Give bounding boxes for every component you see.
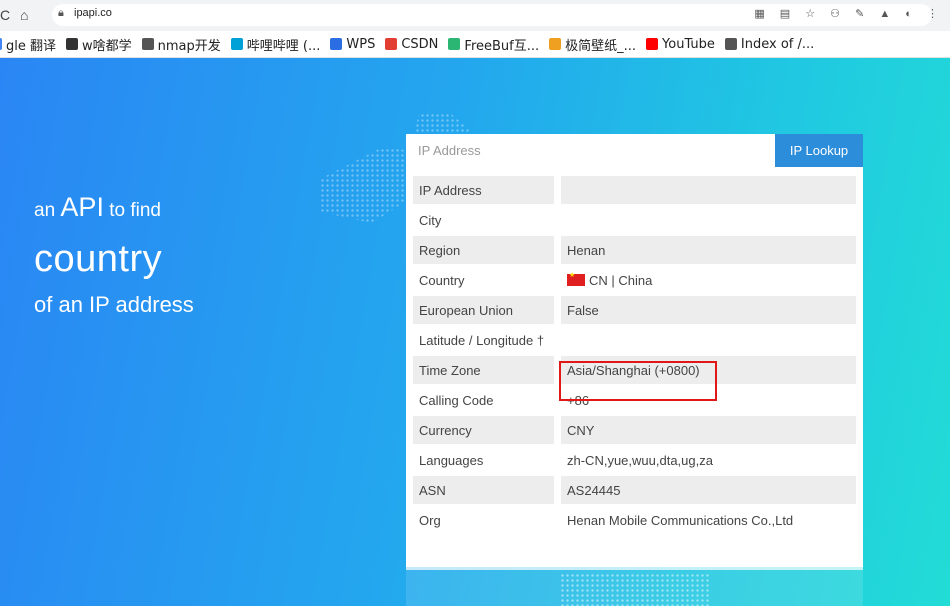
wallpaper-icon [549,38,562,50]
bookmark-item[interactable]: YouTube [646,37,715,52]
result-value: Henan Mobile Communications Co.,Ltd [561,506,856,534]
result-value [561,326,856,354]
result-key: Country [419,272,465,288]
csdn-icon [385,38,398,50]
bookmark-item[interactable]: Index of /... [724,36,815,52]
result-value: CN | China [561,266,856,294]
youtube-icon [646,38,659,50]
result-row: Languages zh-CN,yue,wuu,dta,ug,za [413,446,856,474]
bookmark-item[interactable]: w啥都学 [66,35,132,54]
result-key: Languages [419,452,484,468]
result-value-text: CN | China [589,272,653,288]
results-panel-footer [406,567,863,606]
reload-icon[interactable]: C [0,6,10,24]
bookmark-label: WPS [346,36,376,52]
result-key: ASN [413,476,554,504]
hero-to-find: to find [109,200,161,221]
result-key: Region [413,236,554,264]
bookmark-label: Index of /... [740,36,815,52]
bookmark-label: YouTube [662,36,715,52]
address-bar: C ⌂ 🔒︎ ipapi.co ▦ ▤ ☆ ⚇ ✎ ▲ ◐ ⋮ [0,0,950,31]
result-key: Latitude / Longitude † [419,332,545,348]
bookmark-label: 极简壁纸_... [565,38,637,54]
china-flag-icon [567,271,585,286]
result-value-text: Henan Mobile Communications Co.,Ltd [567,512,794,528]
result-value: AS24445 [561,476,856,504]
bookmark-label: 哔哩哔哩 (... [246,38,321,54]
freebuf-icon [448,38,461,50]
result-key: City [419,212,442,228]
timezone-highlight-box [559,361,717,401]
result-row: ASN AS24445 [413,476,856,504]
hero-of-ip: of an IP address [34,292,194,317]
result-row: European Union False [413,296,856,324]
result-value-text: AS24445 [567,482,621,498]
result-row: Latitude / Longitude † [413,326,856,354]
bookmark-item[interactable]: CSDN [385,37,438,52]
bookmark-item[interactable]: nmap开发 [141,35,221,54]
result-value [561,176,856,204]
lock-icon: 🔒︎ [58,7,64,19]
globe-icon [141,38,154,50]
result-value-text: zh-CN,yue,wuu,dta,ug,za [567,452,713,468]
bookmark-label: gle 翻译 [6,38,56,54]
ip-address-input[interactable] [406,134,775,167]
result-row: IP Address [413,176,856,204]
bookmark-label: CSDN [401,36,439,52]
hero-line-1: an API to find [34,192,161,223]
bilibili-icon [230,38,243,50]
result-value-text: False [567,302,599,318]
result-row: Region Henan [413,236,856,264]
bookmarks-bar: gle 翻译 w啥都学 nmap开发 哔哩哔哩 (... WPS CSDN FreeBuf互… [0,31,950,58]
result-value: CNY [561,416,856,444]
bookmark-label: nmap开发 [157,38,221,54]
result-value [561,206,856,234]
globe-icon [724,38,737,50]
result-key: Calling Code [419,392,494,408]
result-row: Currency CNY [413,416,856,444]
bookmark-label: FreeBuf互... [464,38,540,54]
bookmark-item[interactable]: 哔哩哔哩 (... [230,35,321,54]
result-key: Org [419,512,441,528]
result-value-text: Henan [567,242,606,258]
result-key: Currency [413,416,554,444]
translate-icon [0,38,2,50]
hero-api: API [60,192,104,222]
bookmark-item[interactable]: FreeBuf互... [448,35,539,54]
bookmark-label: w啥都学 [82,38,132,54]
wps-icon [330,38,343,50]
results-table: IP Address City Region Henan Country CN | Chi… [406,174,863,536]
bookmark-item[interactable]: WPS [330,37,375,52]
result-key: European Union [413,296,554,324]
ipapi-page: an API to find country of an IP address … [0,58,950,606]
result-value: Henan [561,236,856,264]
panda-icon [66,38,78,50]
hero-an: an [34,200,56,221]
bookmark-item[interactable]: 极简壁纸_... [549,35,636,54]
home-icon[interactable]: ⌂ [20,6,28,24]
ip-lookup-button[interactable]: IP Lookup [775,134,863,167]
result-row: Country CN | China [413,266,856,294]
bookmark-item[interactable]: gle 翻译 [0,35,56,54]
url-text[interactable]: ipapi.co [74,7,112,19]
result-value-text: CNY [567,422,595,438]
result-row: Org Henan Mobile Communications Co.,Ltd [413,506,856,534]
result-key: IP Address [413,176,554,204]
extension-icons[interactable]: ▦ ▤ ☆ ⚇ ✎ ▲ ◐ ⋮ [754,7,944,20]
result-key: Time Zone [413,356,554,384]
hero-country: country [34,238,163,280]
result-row: City [413,206,856,234]
result-value: zh-CN,yue,wuu,dta,ug,za [561,446,856,474]
result-value: False [561,296,856,324]
